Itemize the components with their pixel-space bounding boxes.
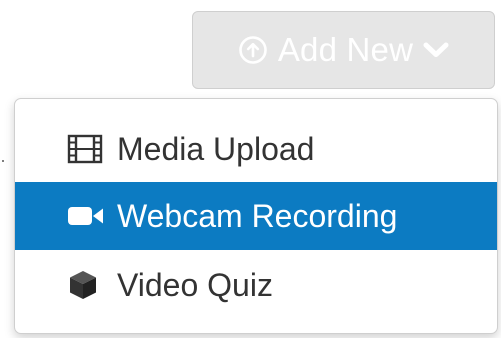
menu-item-webcam-recording[interactable]: Webcam Recording — [15, 182, 497, 250]
arrow-up-circle-icon — [238, 35, 268, 65]
menu-item-label: Media Upload — [117, 130, 315, 167]
film-icon — [67, 134, 109, 164]
chevron-down-icon — [423, 41, 449, 59]
cube-icon — [67, 269, 109, 301]
menu-item-label: Video Quiz — [117, 266, 273, 303]
menu-item-video-quiz[interactable]: Video Quiz — [15, 251, 497, 319]
menu-item-label: Webcam Recording — [117, 197, 398, 234]
add-new-dropdown-menu: Media Upload Webcam Recording Video Quiz — [14, 98, 498, 334]
add-new-label: Add New — [277, 31, 414, 68]
video-camera-icon — [67, 204, 109, 228]
menu-item-media-upload[interactable]: Media Upload — [15, 115, 497, 183]
add-new-button[interactable]: Add New — [192, 11, 495, 89]
stray-dot — [2, 160, 4, 162]
